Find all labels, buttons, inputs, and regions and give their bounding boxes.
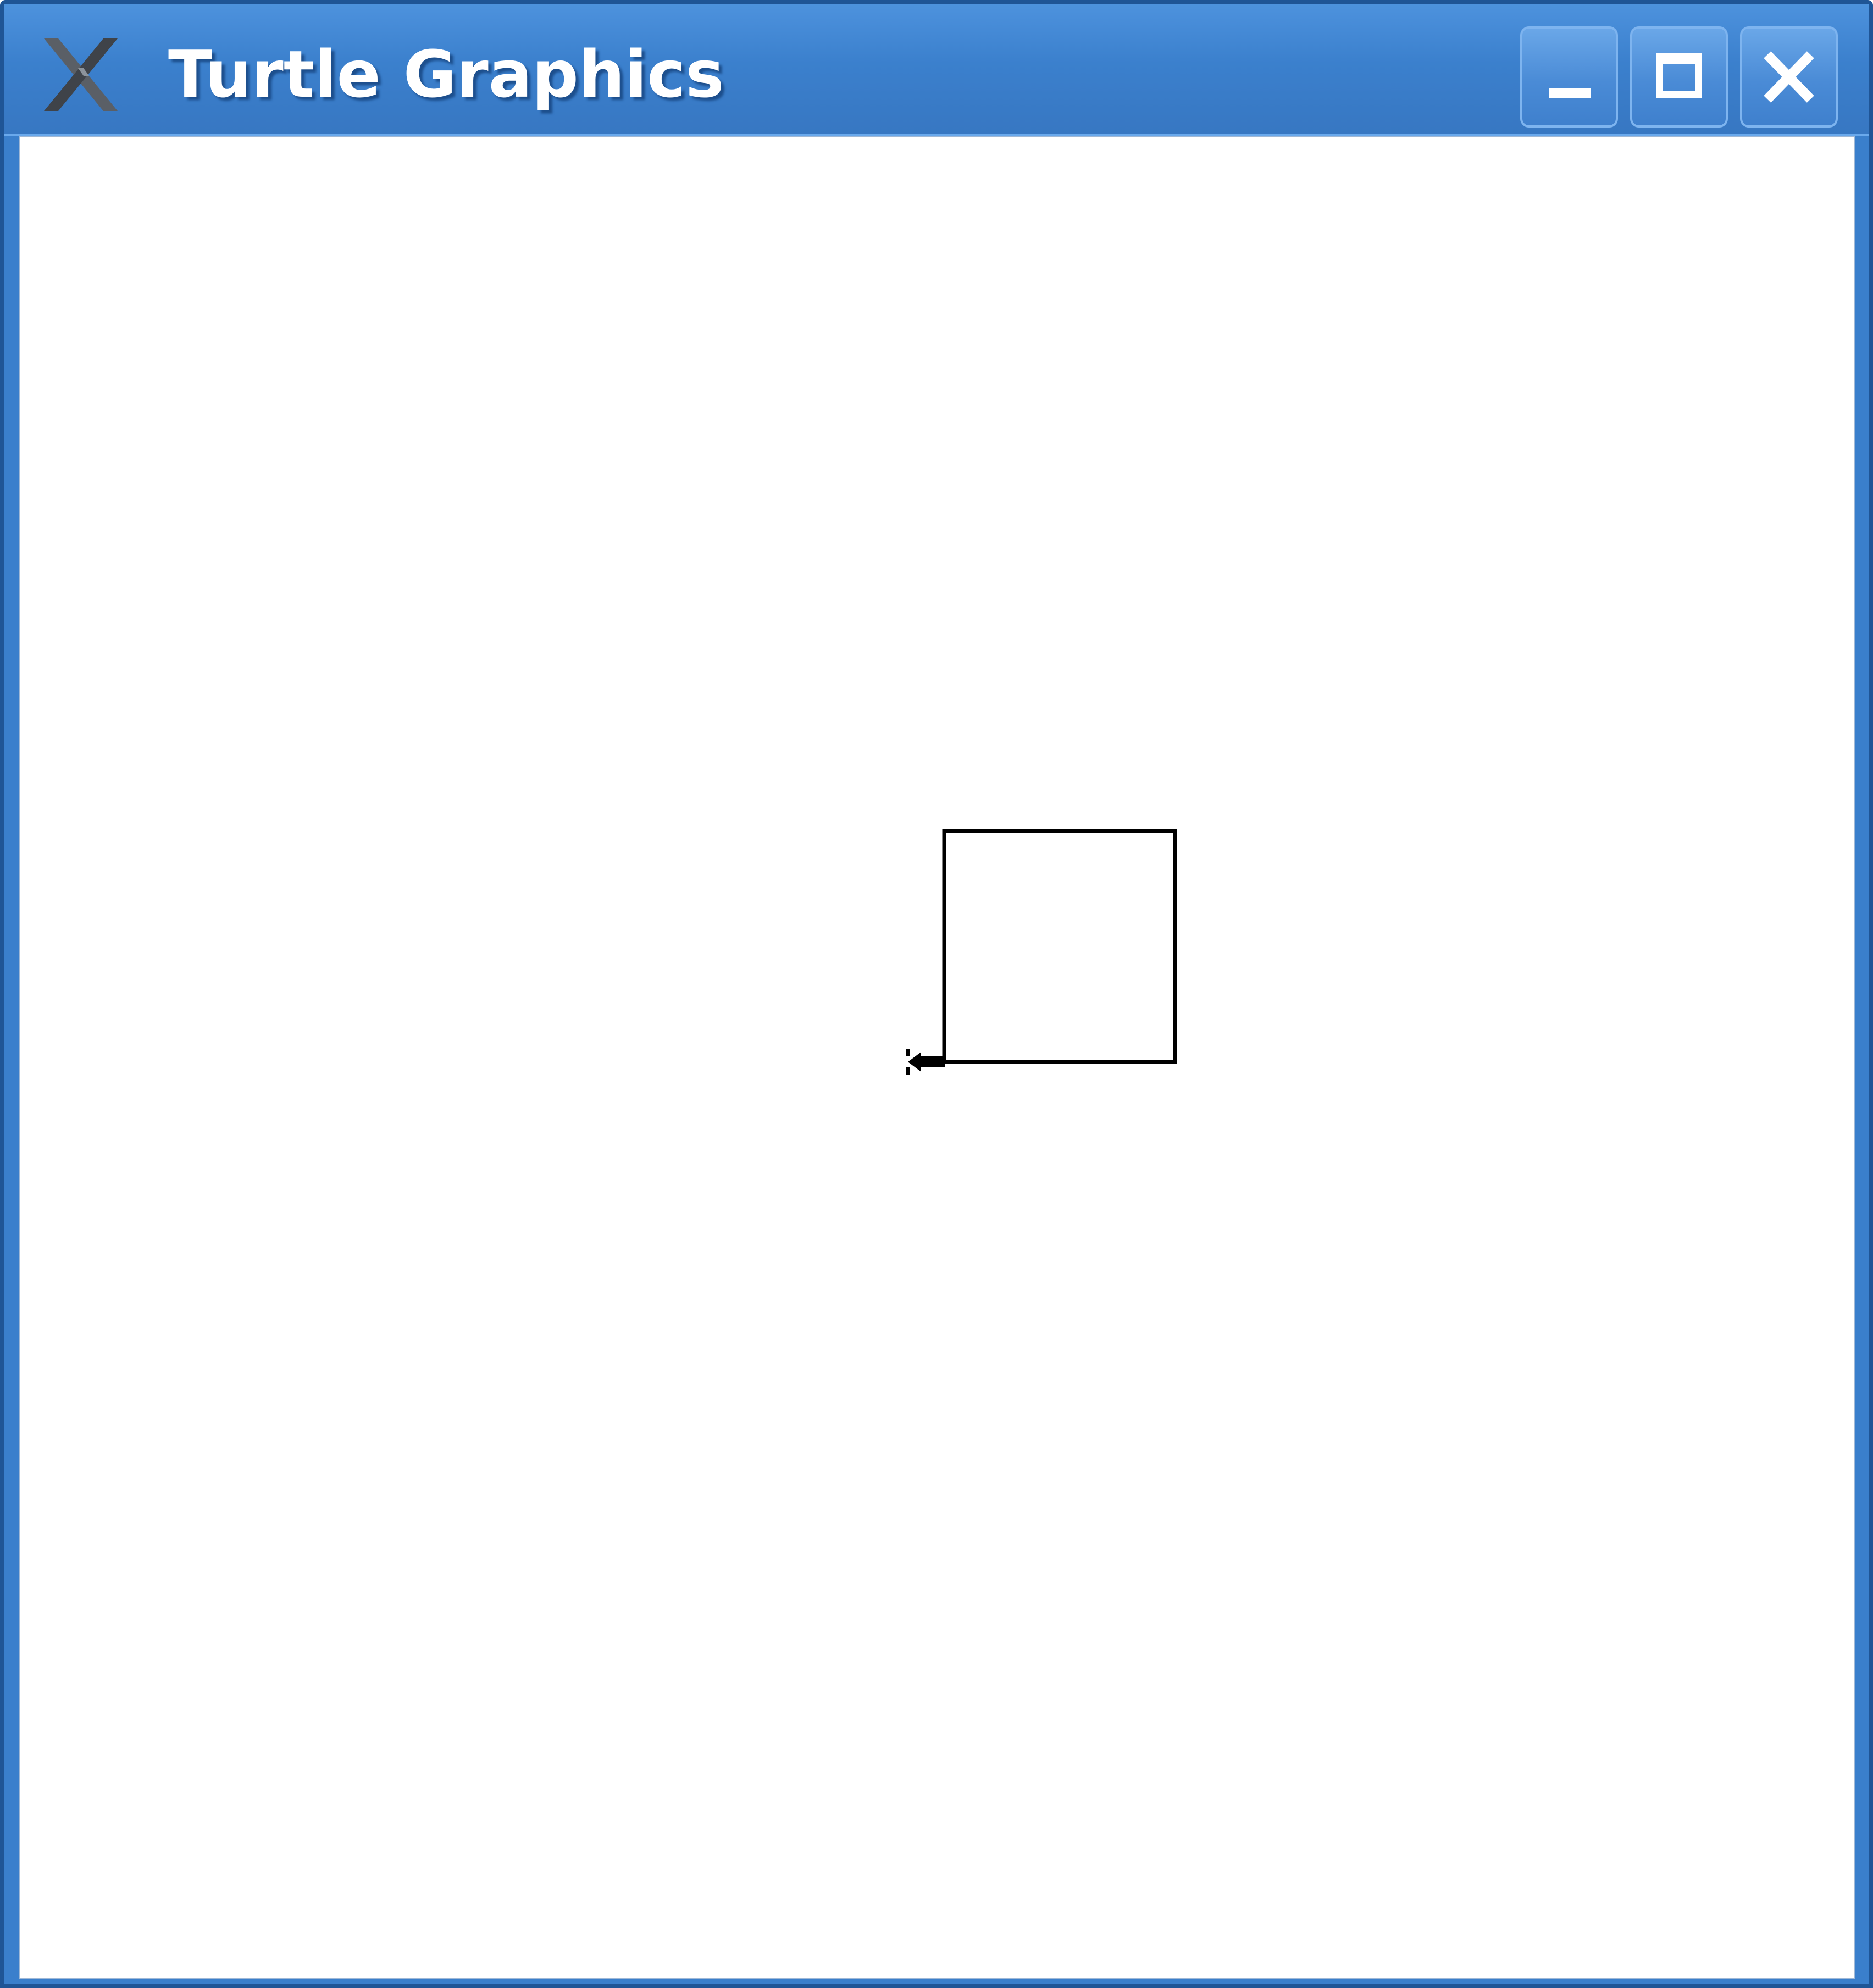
x-logo-icon	[44, 38, 118, 111]
turtle-graphics-window: Turtle Graphics	[0, 0, 1873, 1988]
title-bar[interactable]: Turtle Graphics	[4, 4, 1869, 136]
maximize-button[interactable]	[1630, 26, 1728, 128]
maximize-icon	[1656, 53, 1702, 98]
turtle-canvas[interactable]	[19, 136, 1855, 1979]
drawing-surface	[906, 829, 1177, 1075]
drawn-square	[942, 829, 1177, 1064]
window-title: Turtle Graphics	[168, 36, 724, 112]
minimize-icon	[1549, 88, 1591, 98]
close-button[interactable]	[1740, 26, 1838, 128]
minimize-button[interactable]	[1520, 26, 1618, 128]
turtle-cursor-icon	[906, 1049, 945, 1075]
close-icon	[1764, 51, 1814, 103]
